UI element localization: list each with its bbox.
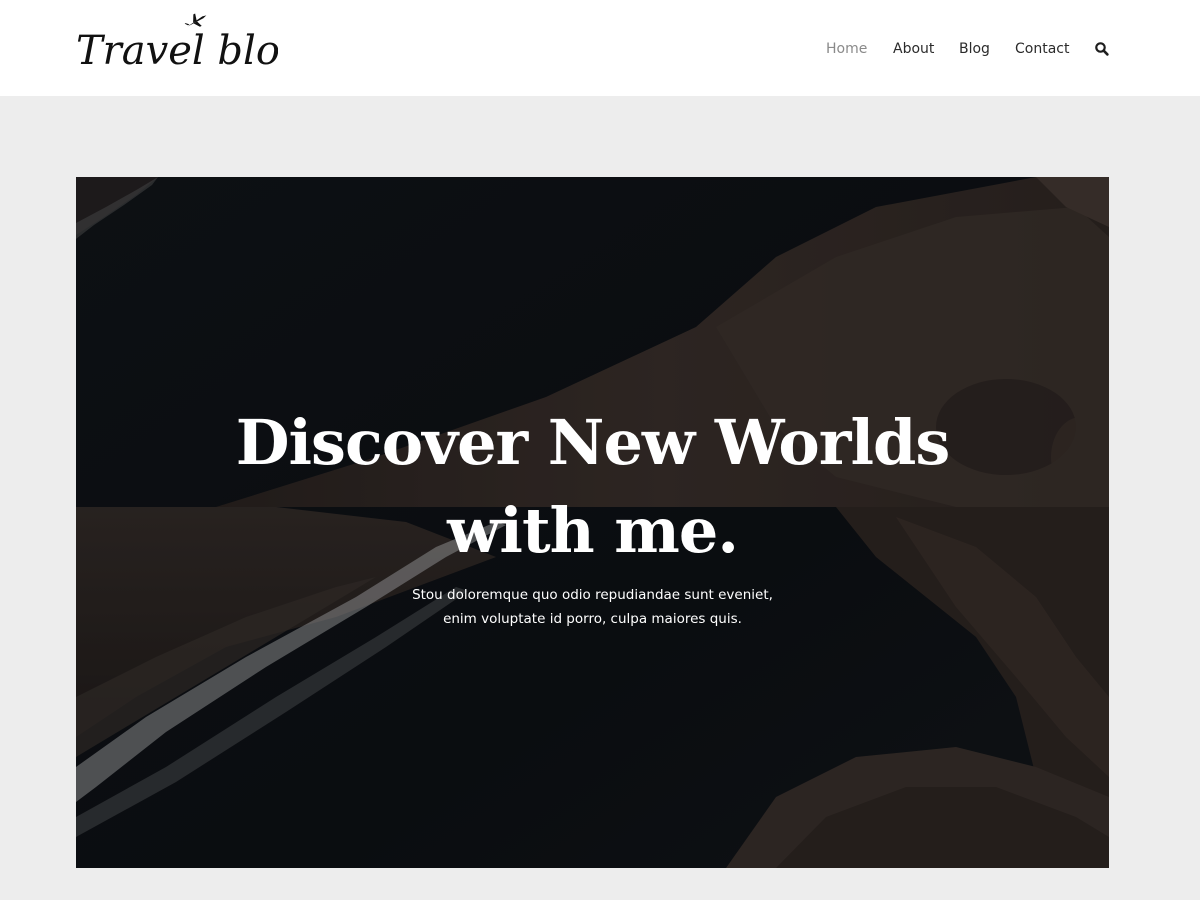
hero-title-line-2: with me. <box>447 494 739 567</box>
hero-description: Stou doloremque quo odio repudiandae sun… <box>76 583 1109 631</box>
nav-about[interactable]: About <box>893 38 934 60</box>
hero-description-line-1: Stou doloremque quo odio repudiandae sun… <box>412 587 773 603</box>
hero-description-line-2: enim voluptate id porro, culpa maiores q… <box>443 611 742 627</box>
nav-blog[interactable]: Blog <box>959 38 990 60</box>
hero-title: Discover New Worlds with me. <box>76 399 1109 575</box>
hero-section: Discover New Worlds with me. Stou dolore… <box>76 177 1109 868</box>
search-icon[interactable] <box>1094 41 1110 57</box>
nav-contact[interactable]: Contact <box>1015 38 1069 60</box>
main-nav: Home About Blog Contact <box>0 38 1200 60</box>
hero-title-line-1: Discover New Worlds <box>235 406 951 479</box>
nav-home[interactable]: Home <box>826 38 867 60</box>
site-header: Travel blog Home About Blog Contact <box>0 0 1200 96</box>
